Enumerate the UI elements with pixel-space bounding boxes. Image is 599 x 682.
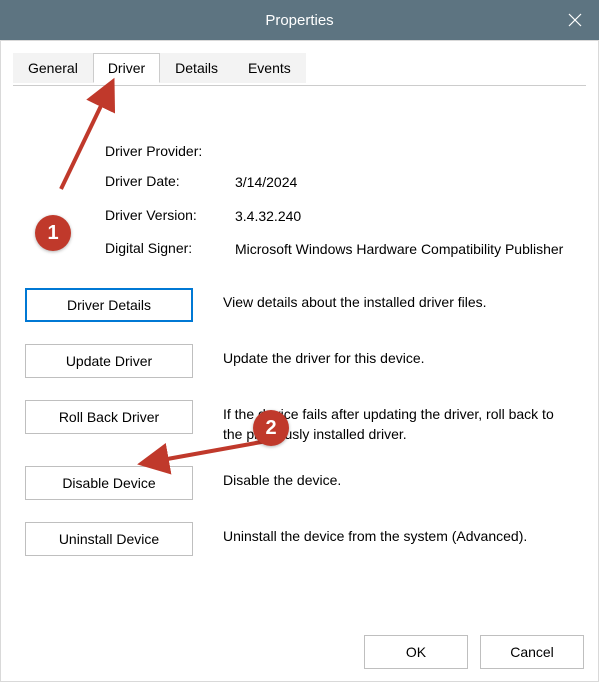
update-driver-desc: Update the driver for this device. — [223, 344, 574, 368]
title-bar: Properties — [0, 0, 599, 40]
tab-events[interactable]: Events — [233, 53, 306, 83]
annotation-badge-2: 2 — [253, 410, 289, 446]
annotation-arrow-2 — [137, 435, 277, 475]
annotation-badge-1: 1 — [35, 215, 71, 251]
ok-button[interactable]: OK — [364, 635, 468, 669]
driver-details-button[interactable]: Driver Details — [25, 288, 193, 322]
signer-value: Microsoft Windows Hardware Compatibility… — [235, 240, 574, 260]
dialog-footer: OK Cancel — [364, 635, 584, 669]
roll-back-driver-button[interactable]: Roll Back Driver — [25, 400, 193, 434]
update-driver-button[interactable]: Update Driver — [25, 344, 193, 378]
cancel-button[interactable]: Cancel — [480, 635, 584, 669]
uninstall-device-button[interactable]: Uninstall Device — [25, 522, 193, 556]
uninstall-device-desc: Uninstall the device from the system (Ad… — [223, 522, 574, 546]
version-value: 3.4.32.240 — [235, 207, 574, 227]
close-icon — [568, 13, 582, 27]
date-value: 3/14/2024 — [235, 173, 574, 193]
driver-info: Driver Provider: Driver Date: 3/14/2024 … — [105, 143, 574, 260]
close-button[interactable] — [551, 0, 599, 40]
version-label: Driver Version: — [105, 207, 235, 223]
driver-details-desc: View details about the installed driver … — [223, 288, 574, 312]
tab-details[interactable]: Details — [160, 53, 233, 83]
dialog-body: General Driver Details Events Driver Pro… — [0, 40, 599, 682]
signer-label: Digital Signer: — [105, 240, 235, 256]
window-title: Properties — [265, 12, 333, 29]
annotation-arrow-1 — [49, 77, 129, 197]
